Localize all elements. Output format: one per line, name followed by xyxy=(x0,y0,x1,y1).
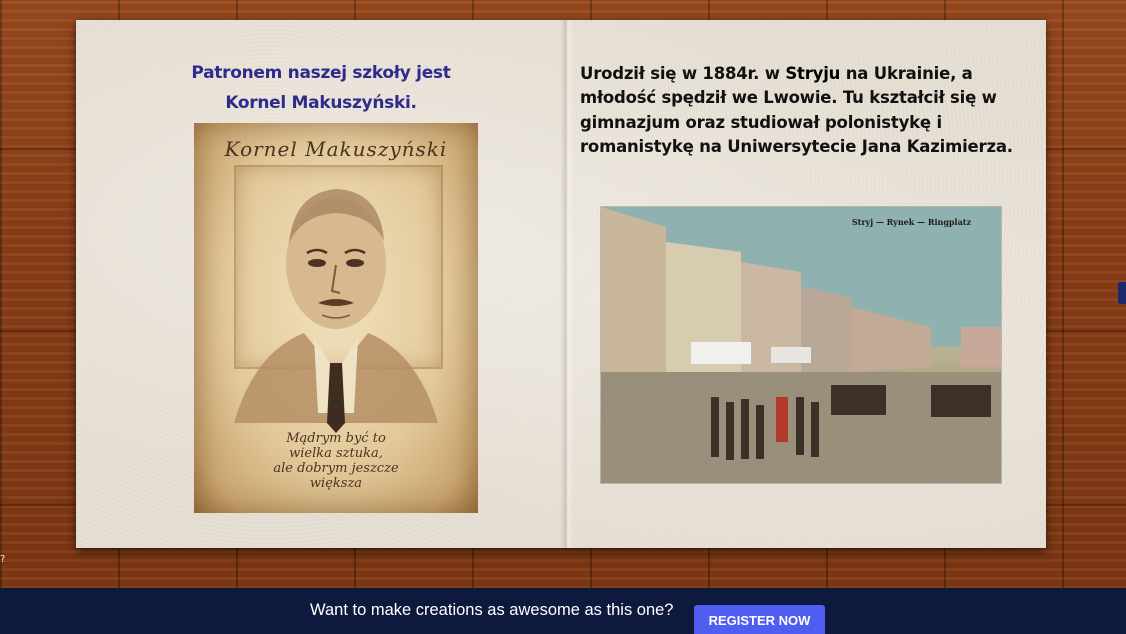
patron-title: Patronem naszej szkoły jest Kornel Makus… xyxy=(176,58,466,118)
register-banner: Want to make creations as awesome as thi… xyxy=(0,588,1126,634)
patron-title-line2: Kornel Makuszyński. xyxy=(225,93,417,113)
stryj-street-photo: Stryj — Rynek — Ringplatz xyxy=(601,207,1001,483)
biography-paragraph: Urodził się w 1884r. w Stryju na Ukraini… xyxy=(580,62,1020,159)
motto-line: większa xyxy=(309,476,363,491)
presentation-stage: Patronem naszej szkoły jest Kornel Makus… xyxy=(0,0,1126,634)
side-navigation-tab[interactable] xyxy=(1118,282,1126,304)
biography-text-before: Urodził się w 1884r. w xyxy=(580,64,786,83)
photo-caption: Stryj — Rynek — Ringplatz xyxy=(851,217,971,227)
motto-line: Mądrym być to xyxy=(286,431,386,446)
motto-line: wielka sztuka, xyxy=(289,446,383,461)
street-photo-drawing xyxy=(601,207,1001,483)
register-now-button[interactable]: REGISTER NOW xyxy=(694,605,825,634)
portrait-motto: Mądrym być to wielka sztuka, ale dobrym … xyxy=(234,431,438,491)
biography-city: Stryju xyxy=(785,64,841,83)
book-page: Patronem naszej szkoły jest Kornel Makus… xyxy=(76,20,1046,548)
patron-portrait: Kornel Makuszyński Mądrym być to wielka … xyxy=(194,123,478,513)
patron-title-line1: Patronem naszej szkoły jest xyxy=(191,63,451,83)
banner-text: Want to make creations as awesome as thi… xyxy=(310,601,674,619)
motto-line: ale dobrym jeszcze xyxy=(273,461,399,476)
book-spine xyxy=(560,20,574,548)
corner-mark: ? xyxy=(0,554,6,565)
